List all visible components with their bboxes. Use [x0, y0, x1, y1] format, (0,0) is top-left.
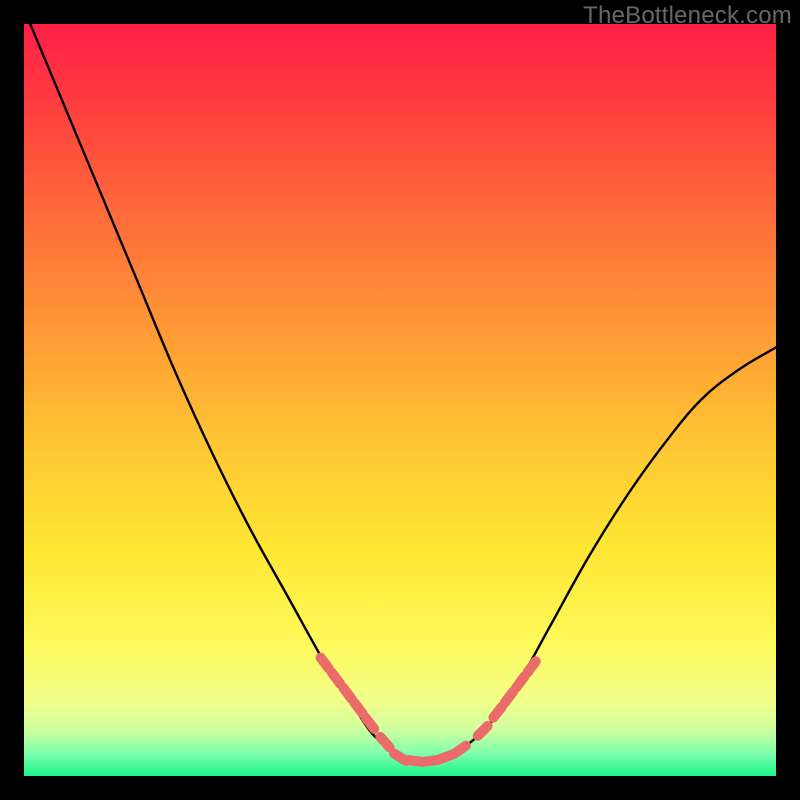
curve-marker: [493, 707, 502, 718]
curve-marker: [505, 691, 513, 702]
curve-marker: [332, 673, 340, 684]
curve-marker: [516, 676, 524, 687]
curve-marker: [354, 703, 362, 714]
curve-marker: [454, 746, 465, 754]
curve-marker: [439, 755, 452, 760]
curve-marker: [321, 658, 329, 669]
curve-marker: [366, 718, 375, 729]
gradient-background: [24, 24, 776, 776]
curve-marker: [380, 737, 389, 747]
chart-frame: [24, 24, 776, 776]
watermark-text: TheBottleneck.com: [583, 2, 792, 30]
curve-marker: [527, 661, 535, 672]
curve-marker: [343, 688, 351, 699]
bottleneck-chart: [24, 24, 776, 776]
curve-marker: [478, 726, 488, 736]
